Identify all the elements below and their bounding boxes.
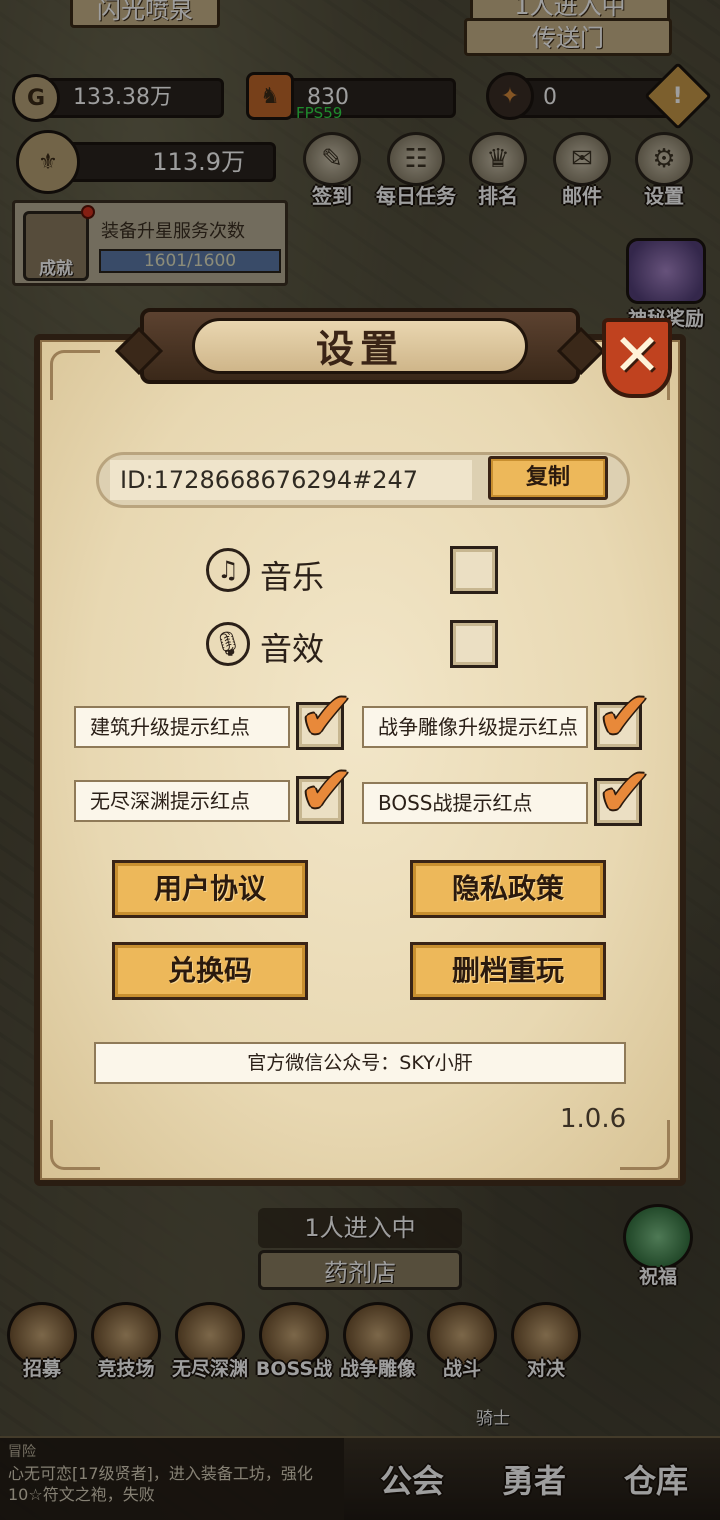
corner-ornament — [50, 350, 100, 400]
music-note-icon: ♫ — [206, 548, 250, 592]
sound-effects-label: 音效 — [260, 630, 325, 668]
dialog-title: 设置 — [192, 318, 528, 374]
endless-abyss-dot-label: 无尽深渊提示红点 — [74, 780, 290, 822]
sound-effects-checkbox[interactable] — [450, 620, 498, 668]
close-button[interactable]: ✕ — [602, 318, 672, 398]
dialog-title-plate: 设置 — [114, 308, 606, 384]
building-upgrade-dot-checkbox[interactable]: ✔ — [296, 684, 354, 750]
redeem-code-button[interactable]: 兑换码 — [112, 942, 308, 1000]
version-number: 1.0.6 — [560, 1104, 627, 1134]
boss-battle-dot-checkbox[interactable]: ✔ — [594, 760, 652, 826]
privacy-policy-button[interactable]: 隐私政策 — [410, 860, 606, 918]
corner-ornament — [620, 1120, 670, 1170]
wechat-account-info: 官方微信公众号：SKY小肝 — [94, 1042, 626, 1084]
corner-ornament — [50, 1120, 100, 1170]
checkmark-icon: ✔ — [597, 678, 653, 755]
reset-save-button[interactable]: 删档重玩 — [410, 942, 606, 1000]
checkmark-icon: ✔ — [597, 754, 653, 831]
war-statue-dot-checkbox[interactable]: ✔ — [594, 684, 652, 750]
endless-abyss-dot-checkbox[interactable]: ✔ — [296, 758, 354, 824]
music-label: 音乐 — [260, 558, 325, 596]
copy-id-button[interactable]: 复制 — [488, 456, 608, 500]
checkmark-icon: ✔ — [299, 752, 355, 829]
checkmark-icon: ✔ — [299, 678, 355, 755]
player-id: ID:1728668676294#247 — [110, 460, 472, 500]
close-icon: ✕ — [612, 321, 662, 389]
building-upgrade-dot-label: 建筑升级提示红点 — [74, 706, 290, 748]
war-statue-dot-label: 战争雕像升级提示红点 — [362, 706, 588, 748]
microphone-icon: 🎙 — [206, 622, 250, 666]
user-agreement-button[interactable]: 用户协议 — [112, 860, 308, 918]
music-checkbox[interactable] — [450, 546, 498, 594]
boss-battle-dot-label: BOSS战提示红点 — [362, 782, 588, 824]
